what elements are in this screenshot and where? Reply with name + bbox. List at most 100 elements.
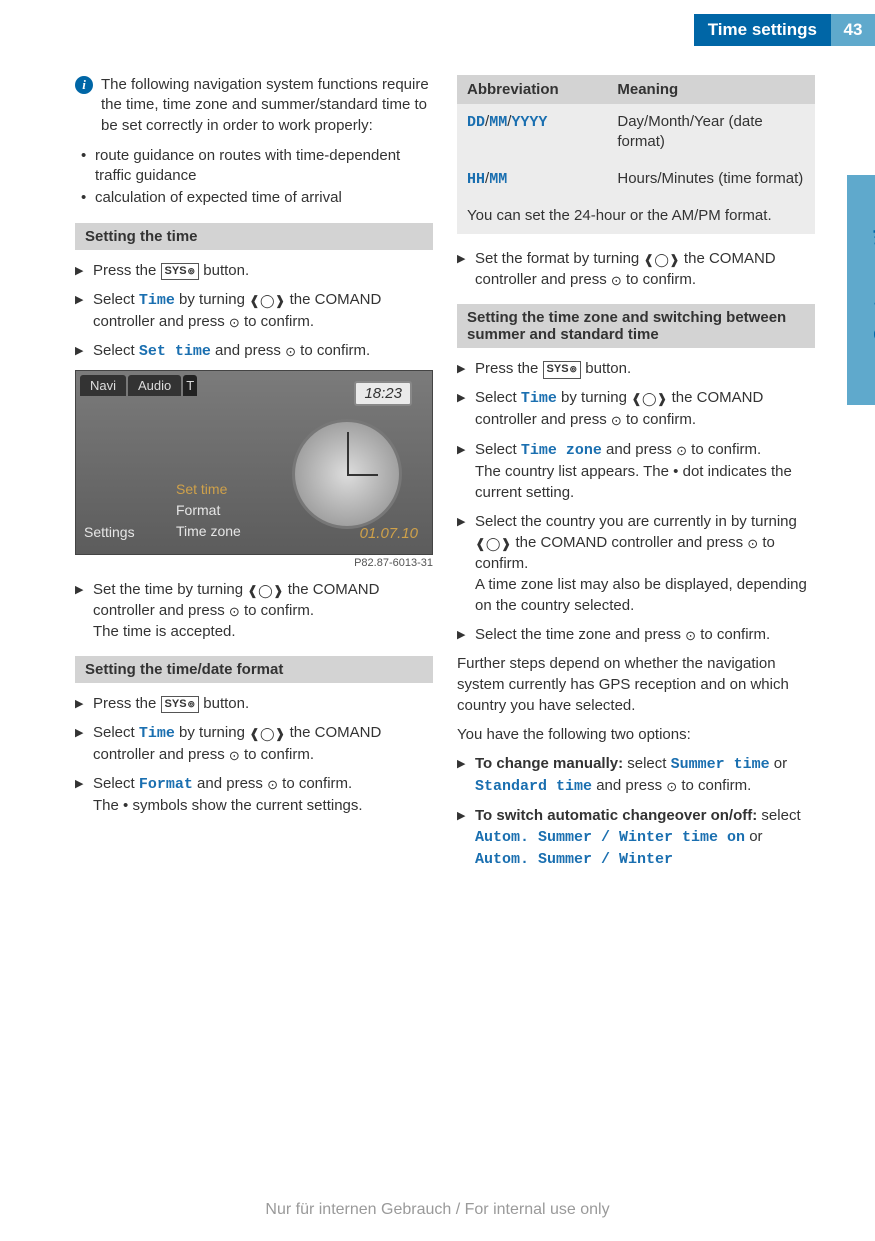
sys-button-icon: SYS xyxy=(161,263,200,280)
step: ▶ Set the time by turning ❰◯❱ the COMAND… xyxy=(75,579,433,642)
press-controller-icon: ⊙ xyxy=(685,627,696,645)
ui-term: Autom. Summer / Winter xyxy=(475,851,673,868)
press-controller-icon: ⊙ xyxy=(611,412,622,430)
header-title: Time settings xyxy=(694,14,831,46)
right-column: Abbreviation Meaning DD/MM/YYYY Day/Mont… xyxy=(457,75,815,878)
info-icon: i xyxy=(75,76,93,94)
step-text: Select Time by turning ❰◯❱ the COMAND co… xyxy=(93,722,433,765)
step-text: Select Set time and press ⊙ to confirm. xyxy=(93,340,433,362)
step-marker-icon: ▶ xyxy=(75,773,87,816)
step: ▶ Select the time zone and press ⊙ to co… xyxy=(457,624,815,645)
section-time-date-format: Setting the time/date format xyxy=(75,656,433,683)
step-text: To switch automatic changeover on/off: s… xyxy=(475,805,815,870)
list-item: calculation of expected time of arrival xyxy=(95,188,433,208)
ui-term: Time xyxy=(521,390,557,407)
step: ▶ To switch automatic changeover on/off:… xyxy=(457,805,815,870)
abbreviation-table: Abbreviation Meaning DD/MM/YYYY Day/Mont… xyxy=(457,75,815,198)
step-text: Select Time zone and press ⊙ to confirm.… xyxy=(475,439,815,503)
screenshot-caption: P82.87-6013-31 xyxy=(75,557,433,569)
step-marker-icon: ▶ xyxy=(457,387,469,430)
info-list: route guidance on routes with time-depen… xyxy=(75,146,433,209)
press-controller-icon: ⊙ xyxy=(285,343,296,361)
rotate-controller-icon: ❰◯❱ xyxy=(631,390,667,408)
info-text: The following navigation system function… xyxy=(101,75,433,136)
ss-tab-audio: Audio xyxy=(128,375,181,396)
ui-term: Standard time xyxy=(475,778,592,795)
step: ▶ Set the format by turning ❰◯❱ the COMA… xyxy=(457,248,815,290)
ui-term: Time zone xyxy=(521,442,602,459)
step-marker-icon: ▶ xyxy=(75,693,87,714)
step-text: Press the SYS button. xyxy=(93,260,433,281)
step-text: Select the time zone and press ⊙ to conf… xyxy=(475,624,815,645)
step: ▶ Press the SYS button. xyxy=(457,358,815,379)
step-text: Select Time by turning ❰◯❱ the COMAND co… xyxy=(475,387,815,430)
step: ▶ Select Format and press ⊙ to confirm. … xyxy=(75,773,433,816)
rotate-controller-icon: ❰◯❱ xyxy=(475,535,511,553)
step: ▶ Select Time zone and press ⊙ to confir… xyxy=(457,439,815,503)
paragraph: Further steps depend on whether the navi… xyxy=(457,653,815,716)
cell-meaning: Hours/Minutes (time format) xyxy=(607,161,815,198)
step-text: Set the format by turning ❰◯❱ the COMAND… xyxy=(475,248,815,290)
press-controller-icon: ⊙ xyxy=(229,314,240,332)
step-marker-icon: ▶ xyxy=(457,358,469,379)
step: ▶ Select the country you are currently i… xyxy=(457,511,815,616)
page-number: 43 xyxy=(831,14,875,46)
sys-button-icon: SYS xyxy=(161,696,200,713)
list-item: route guidance on routes with time-depen… xyxy=(95,146,433,187)
step-marker-icon: ▶ xyxy=(457,624,469,645)
press-controller-icon: ⊙ xyxy=(229,603,240,621)
left-column: i The following navigation system functi… xyxy=(75,75,433,878)
ss-date: 01.07.10 xyxy=(360,525,418,542)
ui-term: Format xyxy=(139,776,193,793)
press-controller-icon: ⊙ xyxy=(611,272,622,290)
ui-term: Time xyxy=(139,725,175,742)
step-text: Select the country you are currently in … xyxy=(475,511,815,616)
press-controller-icon: ⊙ xyxy=(267,776,278,794)
step: ▶ Select Time by turning ❰◯❱ the COMAND … xyxy=(75,722,433,765)
rotate-controller-icon: ❰◯❱ xyxy=(247,582,283,600)
step: ▶ Press the SYS button. xyxy=(75,260,433,281)
step-text: Select Time by turning ❰◯❱ the COMAND co… xyxy=(93,289,433,332)
step-text: Select Format and press ⊙ to confirm. Th… xyxy=(93,773,433,816)
step-text: To change manually: select Summer time o… xyxy=(475,753,815,797)
paragraph: You have the following two options: xyxy=(457,724,815,745)
ui-term: Summer time xyxy=(671,756,770,773)
rotate-controller-icon: ❰◯❱ xyxy=(643,251,679,269)
sys-button-icon: SYS xyxy=(543,361,582,378)
footer-internal-use: Nur für internen Gebrauch / For internal… xyxy=(0,1201,875,1219)
cell-abbrev: HH/MM xyxy=(457,161,607,198)
step-marker-icon: ▶ xyxy=(457,511,469,616)
section-timezone-summer: Setting the time zone and switching betw… xyxy=(457,304,815,348)
press-controller-icon: ⊙ xyxy=(229,747,240,765)
rotate-controller-icon: ❰◯❱ xyxy=(249,725,285,743)
ss-clock-analog xyxy=(292,419,402,529)
info-note: i The following navigation system functi… xyxy=(75,75,433,136)
step-marker-icon: ▶ xyxy=(457,439,469,503)
press-controller-icon: ⊙ xyxy=(676,442,687,460)
step-text: Press the SYS button. xyxy=(93,693,433,714)
press-controller-icon: ⊙ xyxy=(666,778,677,796)
ui-term: Set time xyxy=(139,343,211,360)
step-text: Press the SYS button. xyxy=(475,358,815,379)
ss-tab-navi: Navi xyxy=(80,375,126,396)
ss-menu-timezone: Time zone xyxy=(176,521,241,542)
ss-tab-extra: T xyxy=(183,375,197,396)
step-text: Set the time by turning ❰◯❱ the COMAND c… xyxy=(93,579,433,642)
step-marker-icon: ▶ xyxy=(457,248,469,290)
step: ▶ To change manually: select Summer time… xyxy=(457,753,815,797)
step: ▶ Select Set time and press ⊙ to confirm… xyxy=(75,340,433,362)
ui-term: Autom. Summer / Winter time on xyxy=(475,829,745,846)
page-content: i The following navigation system functi… xyxy=(75,75,815,878)
comand-screenshot: Navi Audio T 18:23 Set time Format Time … xyxy=(75,370,433,555)
th-abbrev: Abbreviation xyxy=(457,75,607,104)
press-controller-icon: ⊙ xyxy=(747,535,758,553)
step: ▶ Press the SYS button. xyxy=(75,693,433,714)
th-meaning: Meaning xyxy=(607,75,815,104)
cell-abbrev: DD/MM/YYYY xyxy=(457,104,607,161)
step-marker-icon: ▶ xyxy=(75,260,87,281)
section-setting-time: Setting the time xyxy=(75,223,433,250)
ss-menu: Set time Format Time zone xyxy=(176,479,241,542)
page-header: Time settings 43 xyxy=(694,14,875,46)
ss-clock-digital: 18:23 xyxy=(354,381,412,406)
ss-menu-settime: Set time xyxy=(176,479,241,500)
